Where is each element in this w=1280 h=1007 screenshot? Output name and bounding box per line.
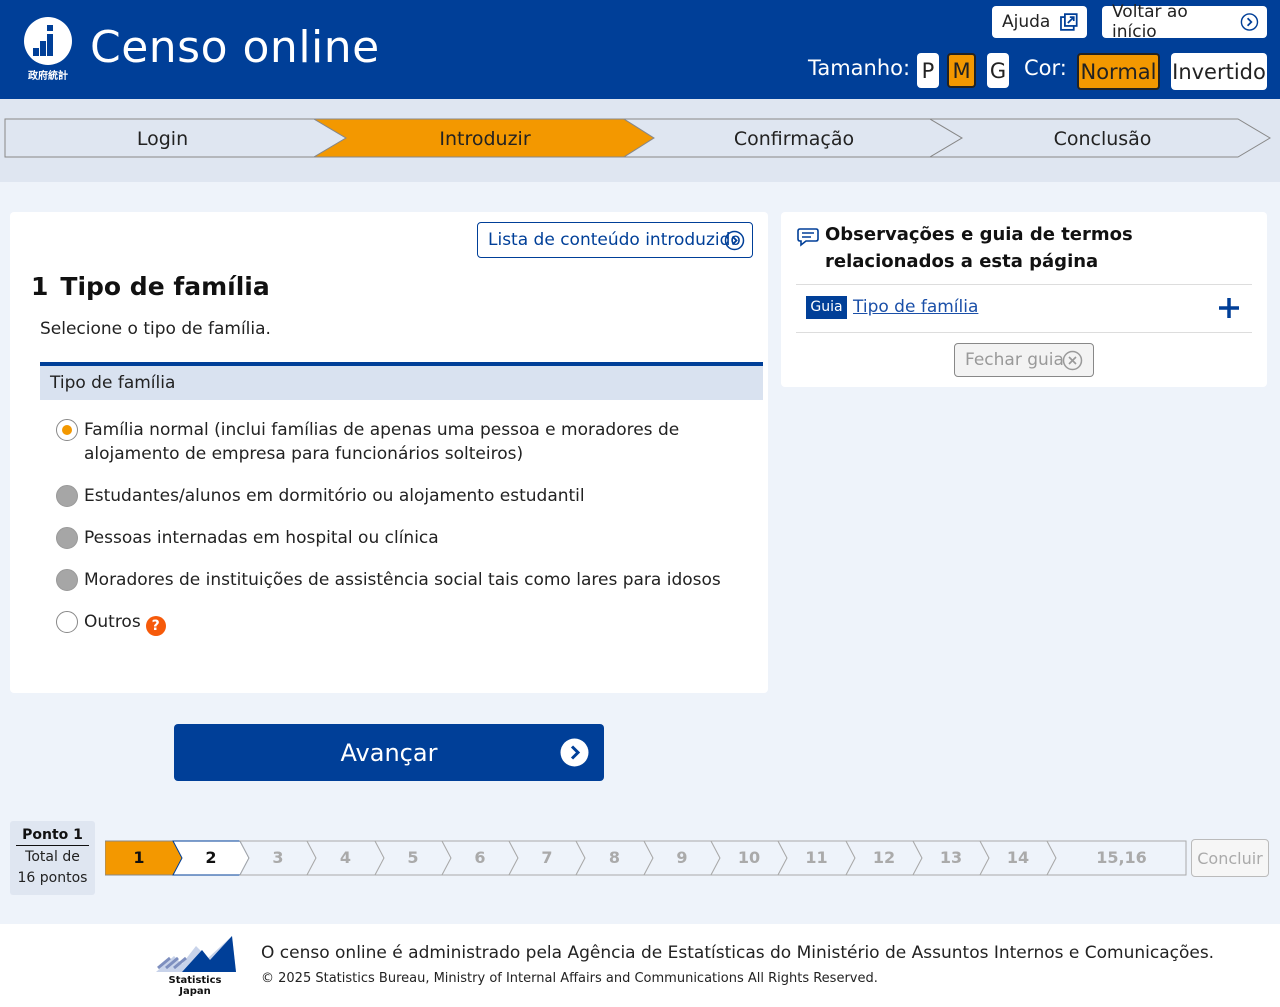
footer-copyright: © 2025 Statistics Bureau, Ministry of In… bbox=[261, 971, 878, 986]
font-size-small-button[interactable]: P bbox=[917, 53, 939, 88]
guide-tag: Guia bbox=[806, 296, 847, 319]
font-size-label: Tamanho: bbox=[808, 56, 911, 80]
option-group-label: Tipo de família bbox=[40, 362, 763, 400]
guide-title: Observações e guia de termos relacionado… bbox=[825, 224, 1133, 272]
step-enter: Introduzir bbox=[439, 128, 531, 150]
progress-point-13: 13 bbox=[939, 848, 963, 867]
help-question-icon[interactable]: ? bbox=[145, 616, 166, 636]
progress-point-9: 9 bbox=[676, 848, 688, 867]
external-window-icon bbox=[1060, 13, 1078, 31]
radio-button-disabled bbox=[56, 527, 78, 549]
progress-point-15: 15,16 bbox=[1096, 848, 1147, 867]
progress-point-11: 11 bbox=[805, 848, 828, 867]
conclude-button: Concluir bbox=[1191, 839, 1269, 877]
chevron-circle-right-icon bbox=[1240, 13, 1259, 31]
site-title: Censo online bbox=[90, 22, 380, 73]
progress-point-8: 8 bbox=[608, 848, 621, 867]
next-button[interactable]: Avançar bbox=[174, 724, 604, 781]
progress-point-5: 5 bbox=[407, 848, 419, 867]
question-description: Selecione o tipo de família. bbox=[40, 319, 271, 339]
back-to-home-button[interactable]: Voltar ao início bbox=[1102, 2, 1267, 42]
entered-content-list-button[interactable]: Lista de conteúdo introduzido bbox=[477, 222, 753, 258]
guide-link-family-type[interactable]: Tipo de família bbox=[853, 297, 978, 317]
step-conclusion: Conclusão bbox=[1053, 128, 1152, 150]
progress-point-10: 10 bbox=[737, 848, 761, 867]
progress-point-6: 6 bbox=[474, 848, 486, 867]
site-header: 政府統計 Censo online Ajuda Voltar ao início… bbox=[0, 0, 1280, 99]
total-points-label: Total de 16 pontos bbox=[17, 849, 88, 886]
font-size-large-button[interactable]: G bbox=[987, 53, 1009, 88]
radio-button-selected[interactable] bbox=[56, 419, 78, 441]
close-guide-button[interactable]: Fechar guia bbox=[954, 343, 1094, 377]
divider bbox=[796, 284, 1252, 285]
color-mode-label: Cor: bbox=[1024, 56, 1067, 80]
chevron-circle-right-icon bbox=[560, 738, 589, 767]
speech-bubble-icon bbox=[797, 228, 819, 247]
progress-point-4: 4 bbox=[339, 848, 352, 867]
progress-point-7: 7 bbox=[541, 848, 553, 867]
government-statistics-logo: 政府統計 bbox=[22, 17, 74, 82]
color-inverted-button[interactable]: Invertido bbox=[1171, 53, 1267, 90]
progress-point-1: 1 bbox=[133, 848, 145, 867]
color-normal-button[interactable]: Normal bbox=[1077, 53, 1160, 90]
help-button[interactable]: Ajuda bbox=[992, 6, 1087, 38]
progress-point-14: 14 bbox=[1006, 848, 1030, 867]
step-confirmation: Confirmação bbox=[733, 128, 855, 150]
font-size-medium-button[interactable]: M bbox=[947, 53, 976, 88]
radio-button[interactable] bbox=[56, 611, 78, 633]
statistics-japan-logo bbox=[156, 936, 236, 972]
progress-summary: Ponto 1 Total de 16 pontos bbox=[10, 821, 95, 895]
chevron-circle-right-icon bbox=[724, 230, 745, 251]
question-title: 1 Tipo de família bbox=[31, 272, 270, 301]
step-login: Login bbox=[136, 128, 189, 150]
divider bbox=[796, 332, 1252, 333]
plus-icon[interactable] bbox=[1217, 296, 1241, 320]
progress-point-12: 12 bbox=[872, 848, 896, 867]
progress-point-2: 2 bbox=[205, 848, 217, 867]
radio-button-disabled bbox=[56, 569, 78, 591]
close-circle-icon bbox=[1062, 350, 1083, 371]
progress-point-3: 3 bbox=[272, 848, 284, 867]
current-point-label: Ponto 1 bbox=[16, 827, 89, 846]
radio-button-disabled bbox=[56, 485, 78, 507]
statistics-japan-caption: Statistics Japan bbox=[168, 975, 222, 997]
footer-admin-text: O censo online é administrado pela Agênc… bbox=[261, 943, 1215, 963]
